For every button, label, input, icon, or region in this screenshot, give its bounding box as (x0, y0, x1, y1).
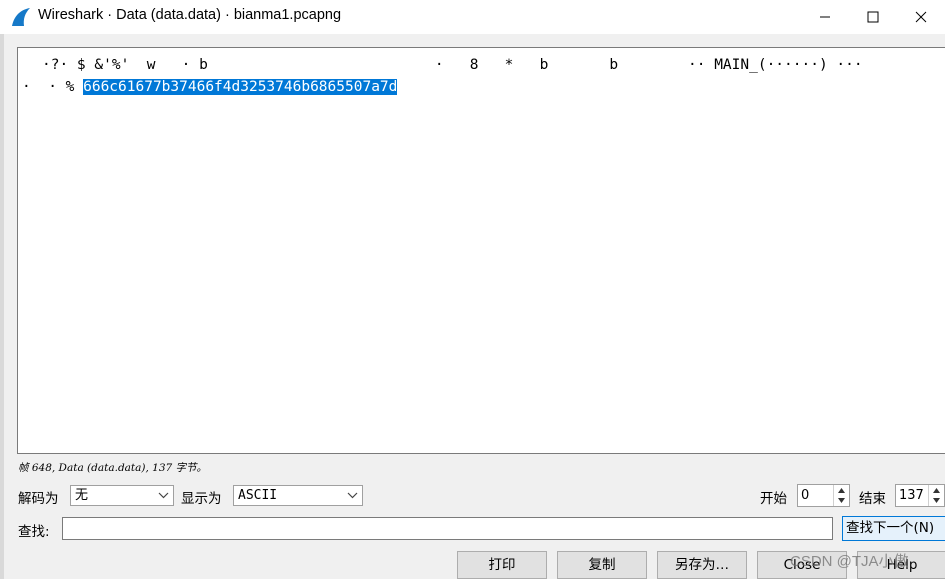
spin-down-icon[interactable] (834, 495, 849, 505)
minimize-icon (820, 16, 830, 18)
start-spin-buttons[interactable] (833, 485, 849, 506)
find-next-button[interactable]: 查找下一个(N) (842, 516, 945, 541)
selected-hex-text[interactable]: 666c61677b37466f4d3253746b6865507a7d (83, 79, 398, 95)
spin-up-icon[interactable] (929, 485, 944, 495)
save-as-button[interactable]: 另存为… (657, 551, 747, 579)
find-input[interactable] (62, 517, 833, 540)
close-window-button[interactable] (898, 0, 944, 34)
start-spinbox[interactable]: 0 (797, 484, 850, 507)
chevron-down-icon (347, 492, 358, 499)
minimize-button[interactable] (802, 0, 848, 34)
print-button[interactable]: 打印 (457, 551, 547, 579)
end-label: 结束 (859, 491, 886, 507)
window-edge (0, 34, 4, 579)
watermark-text: CSDN @TJA小傲 (790, 553, 909, 570)
data-line-2: · · % 666c61677b37466f4d3253746b6865507a… (22, 79, 398, 95)
decode-as-value: 无 (75, 488, 89, 503)
decode-as-label: 解码为 (18, 491, 59, 507)
title-bar: Wireshark · Data (data.data) · bianma1.p… (0, 0, 945, 34)
maximize-icon (867, 11, 879, 23)
decode-as-select[interactable]: 无 (70, 485, 174, 506)
start-label: 开始 (760, 491, 787, 507)
show-as-value: ASCII (238, 488, 278, 503)
window-title: Wireshark · Data (data.data) · bianma1.p… (38, 7, 342, 23)
spin-down-icon[interactable] (929, 495, 944, 505)
find-label: 查找: (18, 524, 50, 540)
data-line-1: ·?· $ &'%' w · b · 8 * b b ·· MAIN_(····… (42, 57, 863, 73)
show-as-label: 显示为 (181, 491, 222, 507)
frame-status-text: 帧 648, Data (data.data), 137 字节。 (18, 462, 208, 474)
wireshark-fin-icon (12, 8, 30, 26)
end-value: 137 (899, 488, 924, 503)
end-spinbox[interactable]: 137 (895, 484, 945, 507)
close-icon (915, 11, 927, 23)
maximize-button[interactable] (850, 0, 896, 34)
show-as-select[interactable]: ASCII (233, 485, 363, 506)
chevron-down-icon (158, 492, 169, 499)
copy-button[interactable]: 复制 (557, 551, 647, 579)
spin-up-icon[interactable] (834, 485, 849, 495)
data-text-area[interactable]: ·?· $ &'%' w · b · 8 * b b ·· MAIN_(····… (17, 47, 945, 454)
data-line-2-prefix: · · % (22, 79, 84, 95)
start-value: 0 (801, 488, 810, 503)
end-spin-buttons[interactable] (928, 485, 944, 506)
